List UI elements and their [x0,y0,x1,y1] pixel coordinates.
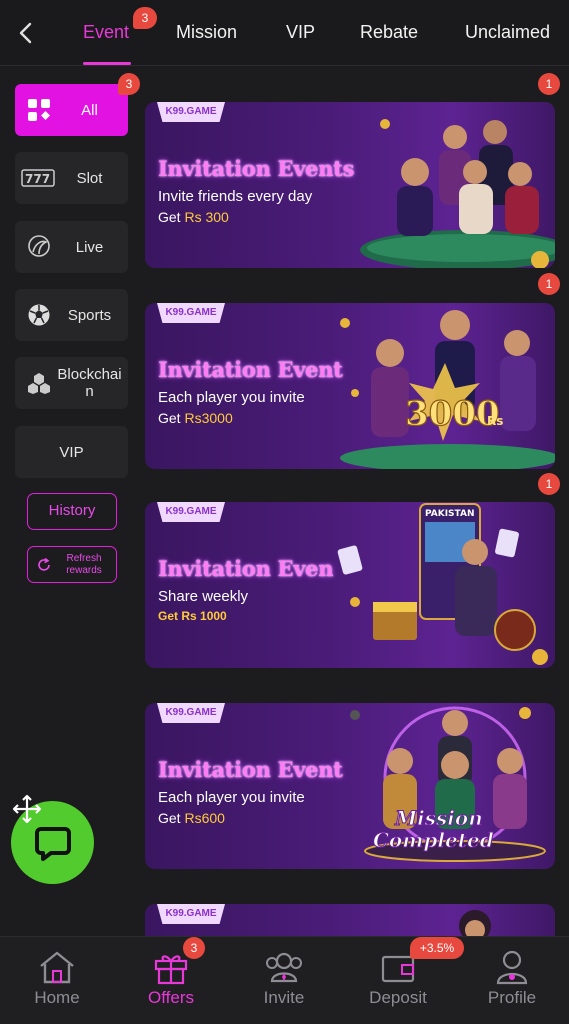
card-brand-tag: K99.GAME [157,303,225,323]
nav-label: Deposit [369,988,427,1007]
grid-icon [24,96,54,124]
tab-mission[interactable]: Mission [176,22,237,43]
jackpot-amount-text: 3000 [405,394,500,434]
active-tab-underline [83,62,131,65]
chat-bubble-icon [34,826,71,861]
profile-icon [496,950,528,985]
mission-completed-illustration: Mission Completed [350,706,546,862]
sidebar-item-label: Slot [76,169,103,187]
history-button[interactable]: History [27,493,117,530]
nav-label: Home [34,988,80,1007]
card-badge: 1 [538,473,560,495]
sidebar-item-label: Sports [67,306,112,324]
live-dealer-icon [24,233,54,261]
card-reward-prefix: Get [158,609,182,623]
nav-home[interactable]: Home [2,937,112,1024]
slot-777-icon: 777 [20,164,56,192]
card-title: Invitation Event [158,357,343,382]
card-badge: 1 [538,273,560,295]
tab-unclaimed[interactable]: Unclaimed [465,22,550,43]
card-description: Each player you invite [158,389,305,406]
offers-page: Event 3 Mission VIP Rebate Unclaimed All… [0,0,569,1024]
card-description: Invite friends every day [158,188,313,205]
card-brand-tag: K99.GAME [157,904,225,924]
nav-invite[interactable]: Invite [229,937,339,1024]
event-card-invitation-3000[interactable]: K99.GAME Invitation Event Each player yo… [145,303,555,469]
sidebar-item-slot[interactable]: 777 Slot [15,152,128,204]
card-reward-amount: Rs600 [184,810,225,826]
nav-label: Offers [148,988,194,1007]
jackpot-3000-illustration: 3000 Rs [340,310,555,469]
mission-text: Mission [394,806,483,830]
nav-label: Profile [487,988,537,1007]
card-reward-amount: Rs 300 [184,209,229,225]
sidebar-item-label: Blockchain [57,366,122,400]
jackpot-currency-text: Rs [487,414,503,428]
invite-users-icon [266,952,302,983]
card-brand-tag: K99.GAME [157,102,225,122]
sidebar-item-label: All [81,101,98,119]
card-reward-prefix: Get [158,209,185,225]
card-title: Invitation Event [158,757,343,782]
event-card-share-weekly[interactable]: K99.GAME Invitation Even Share weekly Ge… [145,502,555,668]
card-reward: Get Rs 1000 [158,609,227,623]
event-card-invitation-600[interactable]: K99.GAME Invitation Event Each player yo… [145,703,555,869]
card-reward-prefix: Get [158,810,185,826]
refresh-rewards-button[interactable]: Refresh rewards [27,546,117,583]
slot-machine-label: PAKISTAN [425,509,474,519]
home-icon [40,951,74,984]
sidebar-item-vip[interactable]: VIP [15,426,128,478]
casino-table-players-illustration [360,119,555,268]
sidebar-all-badge: 3 [118,73,140,95]
nav-profile[interactable]: Profile [457,937,567,1024]
drag-move-icon[interactable] [12,794,42,824]
tab-vip[interactable]: VIP [286,22,315,43]
card-reward-amount: Rs3000 [184,410,233,426]
back-chevron-icon[interactable] [14,18,38,48]
card-reward: Get Rs600 [158,810,225,826]
bottom-navigation: Home Offers 3 Invite Deposit +3.5% Profi… [0,936,569,1024]
card-badge: 1 [538,73,560,95]
nav-label: Invite [263,988,305,1007]
card-reward-amount: Rs 1000 [181,609,227,623]
refresh-rewards-label: Refresh rewards [66,553,102,576]
sidebar-item-blockchain[interactable]: Blockchain [15,357,128,409]
sidebar-item-all[interactable]: All [15,84,128,136]
sidebar-item-label: Live [75,238,104,256]
tab-rebate[interactable]: Rebate [360,22,418,43]
card-title: Invitation Even [158,556,334,581]
tab-event[interactable]: Event [83,22,129,43]
blockchain-icon [24,369,54,397]
card-description: Each player you invite [158,789,305,806]
card-description: Share weekly [158,588,249,605]
card-brand-tag: K99.GAME [157,502,225,522]
sidebar-item-label: VIP [59,443,84,461]
card-reward: Get Rs3000 [158,410,233,426]
tab-event-badge: 3 [133,7,157,29]
nav-deposit-bonus-badge: +3.5% [410,937,464,959]
top-tab-bar: Event 3 Mission VIP Rebate Unclaimed [0,0,569,66]
card-brand-tag: K99.GAME [157,703,225,723]
card-reward: Get Rs 300 [158,209,229,225]
event-card-invitation-daily[interactable]: K99.GAME Invitation Events Invite friend… [145,102,555,268]
soccer-ball-icon [24,301,54,329]
refresh-icon [38,557,50,571]
sidebar-item-live[interactable]: Live [15,221,128,273]
svg-text:777: 777 [25,172,50,186]
completed-text: Completed [373,828,494,852]
nav-offers-badge: 3 [183,937,205,959]
nav-offers[interactable]: Offers [116,937,226,1024]
sidebar-item-sports[interactable]: Sports [15,289,128,341]
slot-machine-player-illustration: PAKISTAN [337,503,548,665]
card-reward-prefix: Get [158,410,185,426]
